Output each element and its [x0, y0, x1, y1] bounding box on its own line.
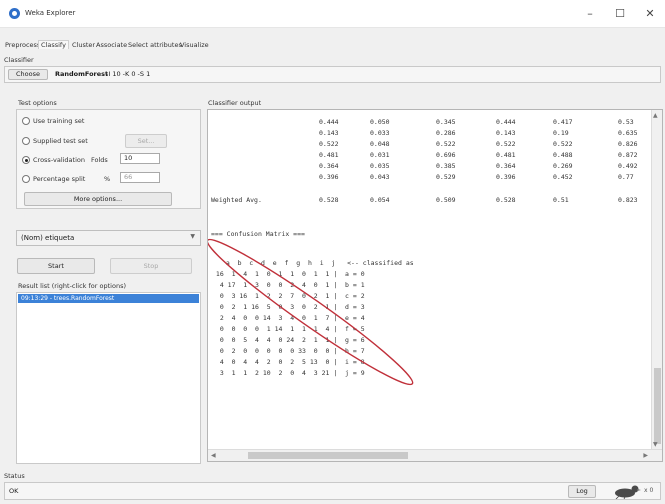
class-attribute-select[interactable]: (Nom) etiqueta ▼: [16, 230, 201, 246]
title-bar: Weka Explorer – ☐ ✕: [0, 0, 665, 28]
weka-logo-icon: [9, 8, 20, 19]
tab-visualize[interactable]: Visualize: [180, 41, 209, 49]
cross-validation-radio[interactable]: [22, 156, 30, 164]
supplied-test-radio[interactable]: [22, 137, 30, 145]
status-text: OK: [9, 487, 19, 495]
set-test-button[interactable]: Set...: [125, 134, 167, 148]
start-button[interactable]: Start: [17, 258, 95, 274]
tab-associate[interactable]: Associate: [96, 41, 127, 49]
percentage-split-label: Percentage split: [33, 175, 86, 183]
tab-preprocess[interactable]: Preprocess: [5, 41, 40, 49]
classifier-section-label: Classifier: [4, 56, 34, 64]
chevron-down-icon: ▼: [190, 233, 195, 240]
folds-label: Folds: [91, 156, 108, 164]
status-title: Status: [4, 472, 25, 480]
output-horizontal-scrollbar[interactable]: ◀ ▶: [208, 449, 662, 461]
tab-classify[interactable]: Classify: [38, 40, 69, 49]
close-button[interactable]: ✕: [636, 4, 664, 24]
scroll-left-icon[interactable]: ◀: [211, 452, 216, 459]
minimize-button[interactable]: –: [576, 4, 604, 24]
percent-symbol: %: [104, 175, 111, 183]
tab-bar: Preprocess Classify Cluster Associate Se…: [0, 40, 665, 51]
supplied-test-label: Supplied test set: [33, 137, 88, 145]
scroll-thumb[interactable]: [654, 368, 661, 444]
tab-cluster[interactable]: Cluster: [72, 41, 95, 49]
classifier-output-panel[interactable]: 0.444 0.050 0.345 0.444 0.417 0.53 0.143 0.033 0…: [207, 109, 663, 462]
result-list-item[interactable]: 09:13:29 - trees.RandomForest: [18, 294, 199, 303]
weka-bird-icon[interactable]: [613, 484, 641, 499]
tab-select-attributes[interactable]: Select attributes: [128, 41, 182, 49]
log-button[interactable]: Log: [568, 485, 596, 498]
classifier-output-title: Classifier output: [208, 99, 262, 107]
scroll-up-icon[interactable]: ▲: [653, 112, 658, 119]
classifier-name[interactable]: RandomForest: [55, 70, 108, 78]
choose-button[interactable]: Choose: [8, 69, 48, 80]
status-x-count: x 0: [644, 487, 654, 494]
horizontal-scroll-thumb[interactable]: [248, 452, 408, 459]
diagonal-highlight-ellipse: [208, 238, 414, 386]
maximize-button[interactable]: ☐: [606, 4, 634, 24]
output-vertical-scrollbar[interactable]: ▲ ▼: [651, 110, 662, 450]
status-bar: OK Log x 0: [4, 482, 661, 500]
cross-validation-label: Cross-validation: [33, 156, 85, 164]
test-options-title: Test options: [18, 99, 57, 107]
result-list-title: Result list (right-click for options): [18, 282, 126, 290]
folds-input[interactable]: 10: [120, 153, 160, 164]
classifier-options[interactable]: -I 10 -K 0 -S 1: [106, 70, 150, 78]
percentage-split-radio[interactable]: [22, 175, 30, 183]
percent-input[interactable]: 66: [120, 172, 160, 183]
result-list: 09:13:29 - trees.RandomForest: [16, 292, 201, 464]
stop-button[interactable]: Stop: [110, 258, 192, 274]
scroll-down-icon[interactable]: ▼: [653, 441, 658, 448]
use-training-radio[interactable]: [22, 117, 30, 125]
use-training-label: Use training set: [33, 117, 85, 125]
more-options-button[interactable]: More options...: [24, 192, 172, 206]
scroll-right-icon[interactable]: ▶: [643, 452, 648, 459]
classifier-panel: Choose RandomForest -I 10 -K 0 -S 1: [4, 66, 661, 83]
window-title: Weka Explorer: [25, 9, 76, 17]
class-attribute-value: (Nom) etiqueta: [21, 234, 75, 242]
